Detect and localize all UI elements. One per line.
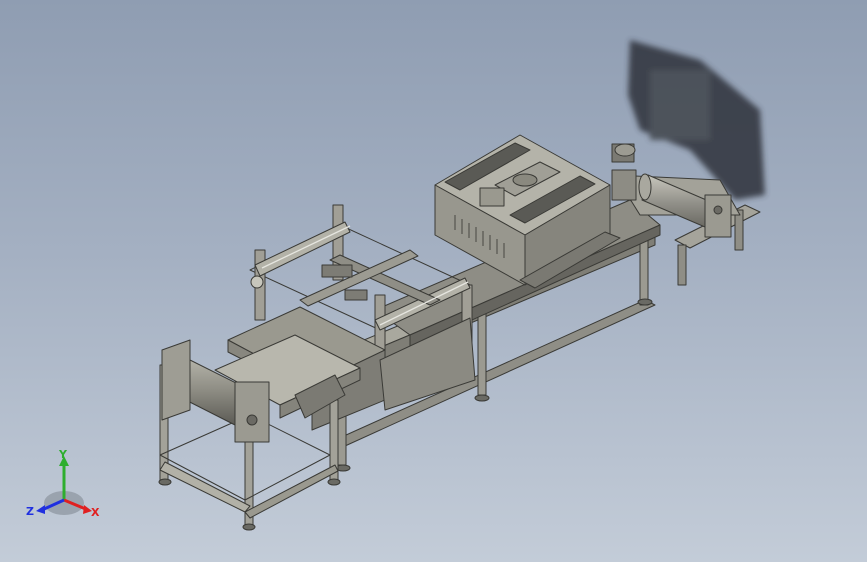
unwind-unit[interactable] <box>158 334 361 531</box>
z-axis-label: Z <box>26 505 34 518</box>
machine-model[interactable] <box>158 134 761 531</box>
y-axis-label: Y <box>58 448 68 461</box>
cad-viewport[interactable] <box>0 0 867 562</box>
z-axis-arrow-icon <box>36 505 45 514</box>
coordinate-triad[interactable]: Y X Z <box>22 448 106 528</box>
x-axis-label: X <box>91 506 100 519</box>
